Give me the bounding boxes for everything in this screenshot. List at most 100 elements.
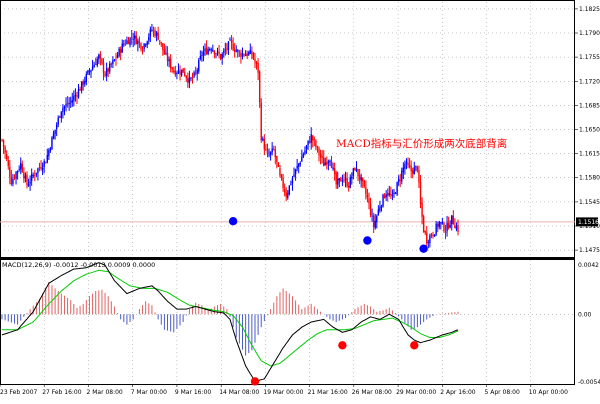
candle-body [123,43,125,45]
price-axis-label: 1.1685 [579,102,600,109]
candle-body [193,72,195,77]
candle-body [20,163,22,170]
candle-body [288,185,291,194]
candle-body [76,95,78,97]
candle-body [343,179,345,181]
candle-body [12,179,14,185]
candle-body [274,149,276,158]
candle-body [137,40,139,45]
candle-body [159,40,161,42]
candle-body [54,129,56,134]
candle-body [441,222,444,224]
candle-body [219,54,222,60]
candle-body [335,172,337,185]
candle-body [258,71,261,103]
candle-body [127,40,130,45]
candle-body [379,207,381,211]
candle-body [399,179,401,181]
price-axis-label: 1.1755 [579,54,600,61]
candle-body [405,161,408,164]
candle-body [155,32,158,36]
candle-body [369,203,372,216]
time-axis-label: 14 Mar 08:00 [219,389,259,396]
price-axis-label: 1.1650 [579,127,600,134]
candle-body [276,156,278,163]
candle-body [126,40,128,44]
candle-body [332,167,334,170]
candle-body [171,67,173,70]
candle-body [280,174,283,179]
candle-body [268,154,270,156]
candle-body [176,73,178,74]
macd-bottom-marker [338,341,347,350]
candle-body [285,192,287,198]
candle-body [323,157,325,167]
candle-body [326,162,328,165]
candle-body [49,148,52,151]
current-price-tag: 1.1516 [576,217,599,227]
candle-body [249,49,251,54]
candle-body [98,55,100,60]
candle-body [394,193,397,195]
candle-body [416,166,419,171]
candle-body [351,176,353,179]
candle-body [169,58,172,68]
macd-signal-line [2,269,459,367]
candle-body [230,40,233,43]
candle-body [218,51,220,55]
candle-body [266,149,269,155]
candle-body [32,175,34,176]
candle-body [66,102,69,105]
candle-body [397,179,400,182]
candle-body [9,167,11,177]
candle-body [121,43,123,53]
candle-body [355,168,358,171]
candle-body [63,106,66,109]
chart-window[interactable]: 1.1825 1.1790 1.1755 1.1720 1.1685 1.1650 1.16… [0,0,600,400]
macd-axis: 0.0042 0.00 -0.0054 [578,262,600,386]
candle-body [444,232,447,233]
candle-body [43,160,45,167]
candle-body [449,225,451,228]
candle-body [424,231,426,233]
macd-indicator-title: MACD(12,26,9) -0.0012 -0.0013 0.0009 0.0… [2,261,155,269]
candle-body [135,35,137,44]
candle-body [224,49,227,51]
candle-body [287,192,289,198]
candle-body [151,29,153,31]
candle-body [304,150,306,154]
chart-canvas[interactable]: 1.1825 1.1790 1.1755 1.1720 1.1685 1.1650 1.16… [0,0,600,400]
candle-body [365,187,367,194]
candle-body [5,154,8,160]
candle-body [179,71,181,74]
candle-body [263,139,266,150]
candle-body [240,52,242,57]
candle-body [102,62,105,74]
candle-body [144,44,147,46]
candle-body [387,192,389,196]
candle-body [116,55,119,58]
candle-body [227,41,230,51]
candle-body [390,194,392,196]
candle-body [204,48,206,52]
candle-body [24,175,27,179]
candle-body [396,182,398,195]
candle-body [45,162,47,164]
candle-body [299,162,301,165]
candle-body [55,124,58,129]
candle-body [118,48,120,56]
candle-body [154,30,156,37]
candle-body [16,170,19,173]
macd-bottom-marker [250,377,260,386]
candle-body [241,53,244,57]
candle-body [252,53,255,59]
candle-body [180,69,183,76]
candle-body [143,43,145,50]
candle-body [447,222,450,229]
time-axis-label: 2 Apr 16:00 [440,389,475,396]
price-axis-label: 1.1720 [579,78,600,85]
candle-body [146,41,148,45]
macd-main-line [1,262,459,382]
candle-body [443,222,445,232]
candle-body [291,177,294,184]
